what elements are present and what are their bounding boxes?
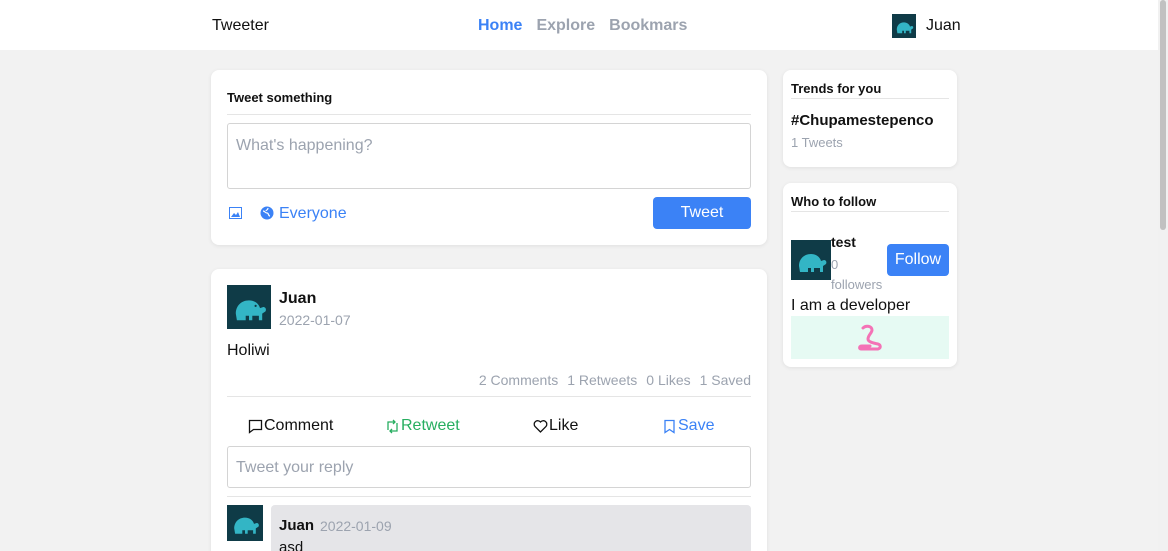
who-to-follow-card: Who to follow test 0 followers Follow I …	[783, 183, 957, 367]
scrollbar-thumb[interactable]	[1160, 0, 1166, 230]
bookmark-icon	[664, 419, 675, 434]
follow-button[interactable]: Follow	[887, 244, 949, 276]
reply-input[interactable]: Tweet your reply	[227, 446, 751, 488]
divider	[227, 114, 751, 115]
suggested-user-avatar[interactable]	[791, 240, 831, 280]
divider	[791, 98, 949, 99]
nav-explore[interactable]: Explore	[536, 17, 595, 35]
comment-button[interactable]: Comment	[248, 417, 333, 435]
retweet-icon	[387, 419, 398, 433]
user-banner-image	[791, 316, 949, 359]
user-name: Juan	[926, 17, 961, 34]
tweet-stats: 2 Comments 1 Retweets 0 Likes 1 Saved	[479, 372, 751, 388]
retweet-button[interactable]: Retweet	[385, 417, 460, 435]
user-menu[interactable]: Juan	[892, 14, 961, 38]
elephant-avatar-icon	[892, 14, 916, 38]
visibility-selector[interactable]: Everyone	[279, 205, 347, 223]
nav-bookmarks[interactable]: Bookmars	[609, 17, 687, 35]
brand-logo-text[interactable]: Tweeter	[212, 17, 269, 35]
comment-label: Comment	[264, 417, 334, 434]
commenter-avatar[interactable]	[227, 505, 263, 541]
saved-count: 1 Saved	[699, 372, 751, 388]
comment-date: 2022-01-09	[320, 518, 392, 534]
nav-home[interactable]: Home	[478, 17, 522, 35]
divider	[791, 211, 949, 212]
comment-item: Juan 2022-01-09 asd	[271, 505, 751, 551]
retweet-label: Retweet	[401, 417, 460, 434]
trend-count: 1 Tweets	[791, 135, 843, 150]
trends-card: Trends for you #Chupamestepenco 1 Tweets	[783, 70, 957, 167]
comments-count: 2 Comments	[478, 372, 559, 388]
compose-input[interactable]: What's happening?	[227, 123, 751, 189]
compose-card: Tweet something What's happening? Everyo…	[211, 70, 767, 245]
author-avatar[interactable]	[227, 285, 271, 329]
divider	[227, 496, 751, 497]
suggested-user-followers: 0 followers	[831, 257, 883, 292]
suggested-user-bio: I am a developer	[791, 297, 911, 314]
save-button[interactable]: Save	[662, 417, 714, 435]
heart-icon	[533, 419, 548, 433]
trends-title: Trends for you	[791, 81, 882, 96]
follow-title: Who to follow	[791, 194, 877, 209]
tweet-card: Juan 2022-01-07 Holiwi 2 Comments 1 Retw…	[211, 269, 767, 551]
top-navbar: Tweeter Home Explore Bookmars Juan	[0, 0, 1158, 50]
comment-text: asd	[279, 539, 304, 551]
tweet-author[interactable]: Juan	[279, 290, 316, 308]
main-nav: Home Explore Bookmars	[478, 17, 687, 35]
tweet-body: Holiwi	[227, 342, 270, 359]
retweets-count: 1 Retweets	[567, 372, 638, 388]
page-scrollbar[interactable]	[1158, 0, 1168, 551]
trend-tag[interactable]: #Chupamestepenco	[791, 112, 934, 129]
divider	[227, 396, 751, 397]
comment-icon	[248, 419, 263, 434]
image-icon[interactable]	[229, 207, 242, 219]
compose-title: Tweet something	[227, 90, 333, 105]
flamingo-icon	[858, 324, 882, 351]
comment-author[interactable]: Juan	[279, 517, 314, 534]
suggested-user-name[interactable]: test	[831, 234, 856, 250]
likes-count: 0 Likes	[646, 372, 691, 388]
save-label: Save	[678, 417, 715, 434]
like-label: Like	[549, 417, 579, 434]
globe-icon[interactable]	[260, 206, 274, 220]
tweet-button[interactable]: Tweet	[653, 197, 751, 229]
like-button[interactable]: Like	[533, 417, 578, 435]
tweet-date: 2022-01-07	[279, 312, 351, 328]
